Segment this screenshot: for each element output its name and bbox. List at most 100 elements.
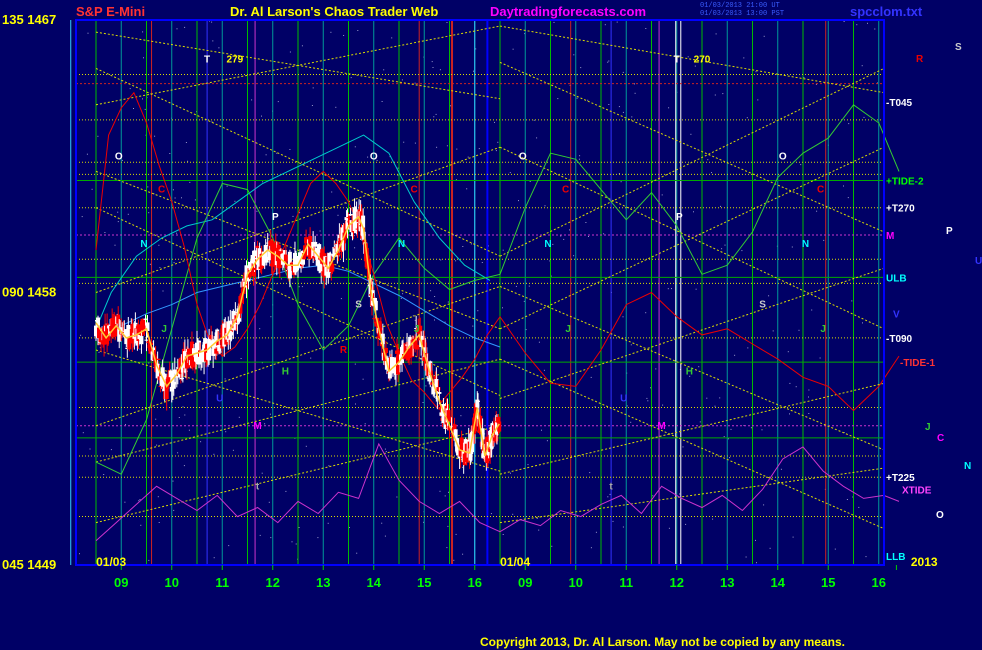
star-dot (819, 357, 821, 359)
star-dot (848, 123, 850, 125)
star-dot (585, 222, 587, 223)
plot-letter: O (519, 151, 527, 162)
star-dot (655, 368, 657, 370)
right-label: ULB (886, 273, 907, 284)
chart-canvas: T 279 T 270O O O OC C C CP PN N N NS SJ J J JRH HU UM Mt t 13… (0, 0, 982, 650)
outside-letter: C (937, 433, 944, 444)
star-dot (687, 56, 689, 58)
star-dot (541, 429, 542, 431)
star-dot (350, 77, 352, 79)
star-dot (147, 186, 149, 188)
star-dot (874, 28, 876, 30)
right-label: XTIDE (902, 485, 932, 496)
star-dot (446, 547, 448, 549)
star-dot (590, 547, 592, 549)
star-dot (383, 69, 385, 71)
outside-letter: O (936, 510, 944, 521)
star-dot (823, 239, 825, 241)
star-dot (544, 205, 546, 207)
x-tick-label: 14 (367, 575, 382, 590)
star-dot (538, 529, 540, 531)
star-dot (528, 285, 530, 287)
star-dot (327, 522, 329, 524)
star-dot (622, 111, 624, 113)
star-dot (834, 548, 836, 550)
star-dot (224, 378, 226, 380)
x-tick-label: 12 (266, 575, 280, 590)
star-dot (816, 210, 818, 212)
star-dot (447, 301, 449, 303)
x-tick-label: 15 (417, 575, 431, 590)
star-dot (157, 496, 159, 498)
outside-letter: N (964, 461, 971, 472)
star-dot (512, 48, 514, 50)
star-dot (188, 429, 190, 431)
right-label: M (886, 231, 894, 242)
star-dot (228, 545, 230, 547)
star-dot (453, 559, 455, 561)
x-tick-label: 14 (771, 575, 786, 590)
star-dot (761, 429, 763, 431)
star-dot (89, 448, 91, 450)
star-dot (238, 416, 240, 418)
star-dot (609, 493, 611, 495)
right-label: +TIDE-2 (886, 176, 924, 187)
plot-letter: H (686, 366, 693, 377)
star-dot (149, 263, 151, 265)
plot-letter: N (544, 239, 551, 250)
plot-letter: M (253, 421, 261, 432)
star-dot (502, 307, 503, 309)
plot-letter: 270 (694, 54, 711, 65)
star-dot (690, 133, 692, 135)
plot-letter: N (802, 239, 809, 250)
star-dot (460, 415, 462, 417)
star-dot (618, 173, 620, 174)
star-dot (607, 496, 609, 498)
star-dot (714, 405, 716, 407)
star-dot (588, 236, 589, 237)
star-dot (607, 61, 609, 63)
right-label: -T090 (886, 334, 913, 345)
plot-letter: J (161, 324, 167, 335)
star-dot (440, 259, 442, 261)
star-dot (400, 297, 402, 299)
star-dot (144, 108, 146, 110)
star-dot (768, 295, 770, 297)
x-tick-label: 11 (619, 575, 633, 590)
star-dot (667, 288, 669, 290)
star-dot (98, 351, 100, 353)
star-dot (787, 351, 789, 353)
star-dot (699, 421, 701, 423)
star-dot (280, 278, 282, 280)
star-dot (622, 71, 624, 73)
chart-title-center: Dr. Al Larson's Chaos Trader Web (230, 4, 439, 19)
star-dot (159, 267, 161, 269)
star-dot (685, 523, 687, 525)
star-dot (510, 472, 511, 474)
star-dot (494, 121, 495, 123)
star-dot (711, 172, 712, 174)
star-dot (679, 493, 681, 495)
star-dot (843, 185, 844, 187)
copyright-notice: Copyright 2013, Dr. Al Larson. May not b… (480, 635, 845, 649)
y-axis-label: 045 1449 (2, 557, 56, 572)
plot-letter: M (657, 421, 665, 432)
star-dot (194, 199, 196, 201)
star-dot (730, 428, 732, 430)
star-dot (277, 101, 279, 103)
star-dot (139, 499, 141, 500)
star-dot (618, 106, 620, 108)
price-bar-body (415, 344, 420, 350)
star-dot (337, 214, 339, 216)
star-dot (720, 205, 721, 207)
star-dot (472, 325, 474, 327)
star-dot (634, 92, 636, 94)
star-dot (772, 330, 774, 332)
plot-letter: C (562, 185, 569, 196)
right-label: V (893, 310, 900, 321)
star-dot (298, 527, 300, 528)
star-dot (402, 293, 404, 295)
star-dot (292, 215, 294, 217)
star-dot (789, 382, 791, 384)
star-dot (867, 22, 868, 24)
